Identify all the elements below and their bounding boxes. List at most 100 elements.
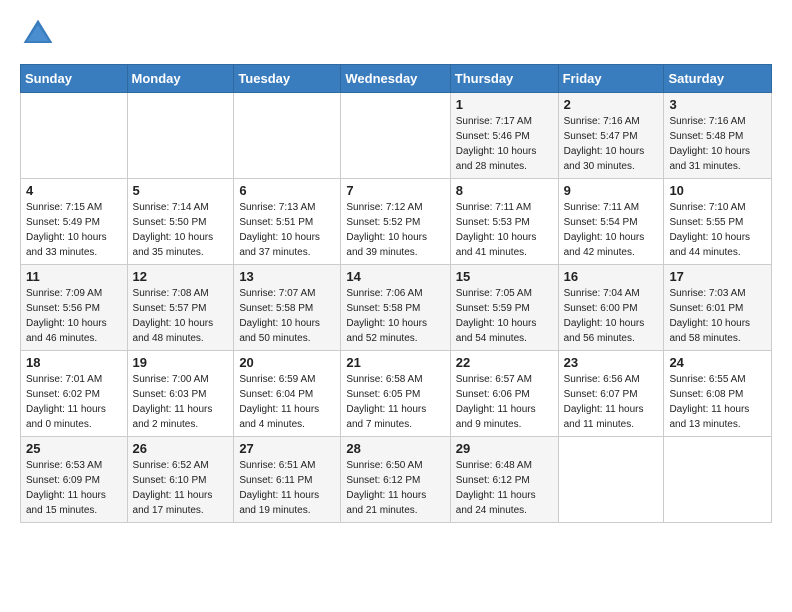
day-number: 15: [456, 269, 553, 284]
logo: [20, 16, 60, 52]
day-info: Sunrise: 6:57 AMSunset: 6:06 PMDaylight:…: [456, 372, 553, 432]
calendar-header: SundayMondayTuesdayWednesdayThursdayFrid…: [21, 65, 772, 93]
calendar-cell: 2Sunrise: 7:16 AMSunset: 5:47 PMDaylight…: [558, 93, 664, 179]
day-info: Sunrise: 7:17 AMSunset: 5:46 PMDaylight:…: [456, 114, 553, 174]
day-number: 9: [564, 183, 659, 198]
day-info: Sunrise: 6:56 AMSunset: 6:07 PMDaylight:…: [564, 372, 659, 432]
calendar-cell: 20Sunrise: 6:59 AMSunset: 6:04 PMDayligh…: [234, 351, 341, 437]
weekday-header-sunday: Sunday: [21, 65, 128, 93]
weekday-header-row: SundayMondayTuesdayWednesdayThursdayFrid…: [21, 65, 772, 93]
calendar-cell: 21 Sunrise: 6:58 AMSunset: 6:05 PMDayligh…: [341, 351, 450, 437]
day-info: Sunrise: 7:09 AMSunset: 5:56 PMDaylight:…: [26, 286, 122, 346]
calendar-cell: 25 Sunrise: 6:53 AMSunset: 6:09 PMDayligh…: [21, 437, 128, 523]
day-number: 3: [669, 97, 766, 112]
calendar-cell: 1 Sunrise: 7:17 AMSunset: 5:46 PMDaylight…: [450, 93, 558, 179]
day-number: 18: [26, 355, 122, 370]
day-number: 24: [669, 355, 766, 370]
day-info: Sunrise: 7:01 AMSunset: 6:02 PMDaylight:…: [26, 372, 122, 432]
header: [20, 16, 772, 52]
weekday-header-friday: Friday: [558, 65, 664, 93]
calendar-cell: 18 Sunrise: 7:01 AMSunset: 6:02 PMDayligh…: [21, 351, 128, 437]
weekday-header-wednesday: Wednesday: [341, 65, 450, 93]
day-number: 17: [669, 269, 766, 284]
day-info: Sunrise: 6:52 AMSunset: 6:10 PMDaylight:…: [133, 458, 229, 518]
calendar-cell: 3 Sunrise: 7:16 AMSunset: 5:48 PMDaylight…: [664, 93, 772, 179]
calendar-cell: 10 Sunrise: 7:10 AMSunset: 5:55 PMDayligh…: [664, 179, 772, 265]
calendar-cell: 24 Sunrise: 6:55 AMSunset: 6:08 PMDayligh…: [664, 351, 772, 437]
day-number: 13: [239, 269, 335, 284]
calendar-cell: 9 Sunrise: 7:11 AMSunset: 5:54 PMDaylight…: [558, 179, 664, 265]
day-number: 7: [346, 183, 444, 198]
day-info: Sunrise: 7:11 AMSunset: 5:53 PMDaylight:…: [456, 200, 553, 260]
day-info: Sunrise: 6:51 AMSunset: 6:11 PMDaylight:…: [239, 458, 335, 518]
day-number: 16: [564, 269, 659, 284]
day-info: Sunrise: 6:58 AMSunset: 6:05 PMDaylight:…: [346, 372, 444, 432]
day-info: Sunrise: 7:14 AMSunset: 5:50 PMDaylight:…: [133, 200, 229, 260]
calendar-cell: 17 Sunrise: 7:03 AMSunset: 6:01 PMDayligh…: [664, 265, 772, 351]
day-info: Sunrise: 6:59 AMSunset: 6:04 PMDaylight:…: [239, 372, 335, 432]
calendar-week-row: 1 Sunrise: 7:17 AMSunset: 5:46 PMDaylight…: [21, 93, 772, 179]
day-info: Sunrise: 7:11 AMSunset: 5:54 PMDaylight:…: [564, 200, 659, 260]
day-number: 22: [456, 355, 553, 370]
day-number: 6: [239, 183, 335, 198]
calendar-cell: 26 Sunrise: 6:52 AMSunset: 6:10 PMDayligh…: [127, 437, 234, 523]
day-number: 4: [26, 183, 122, 198]
day-number: 25: [26, 441, 122, 456]
day-info: Sunrise: 7:00 AMSunset: 6:03 PMDaylight:…: [133, 372, 229, 432]
calendar-cell: 13 Sunrise: 7:07 AMSunset: 5:58 PMDayligh…: [234, 265, 341, 351]
day-info: Sunrise: 7:06 AMSunset: 5:58 PMDaylight:…: [346, 286, 444, 346]
day-number: 10: [669, 183, 766, 198]
calendar-cell: 15 Sunrise: 7:05 AMSunset: 5:59 PMDayligh…: [450, 265, 558, 351]
calendar-cell: [558, 437, 664, 523]
day-number: 14: [346, 269, 444, 284]
weekday-header-tuesday: Tuesday: [234, 65, 341, 93]
calendar-cell: 28Sunrise: 6:50 AMSunset: 6:12 PMDayligh…: [341, 437, 450, 523]
day-number: 29: [456, 441, 553, 456]
day-info: Sunrise: 6:55 AMSunset: 6:08 PMDaylight:…: [669, 372, 766, 432]
calendar-cell: 19 Sunrise: 7:00 AMSunset: 6:03 PMDayligh…: [127, 351, 234, 437]
calendar-cell: 5 Sunrise: 7:14 AMSunset: 5:50 PMDaylight…: [127, 179, 234, 265]
calendar-cell: 22 Sunrise: 6:57 AMSunset: 6:06 PMDayligh…: [450, 351, 558, 437]
day-number: 8: [456, 183, 553, 198]
day-info: Sunrise: 7:08 AMSunset: 5:57 PMDaylight:…: [133, 286, 229, 346]
page-container: SundayMondayTuesdayWednesdayThursdayFrid…: [20, 16, 772, 523]
day-info: Sunrise: 7:13 AMSunset: 5:51 PMDaylight:…: [239, 200, 335, 260]
day-info: Sunrise: 7:16 AMSunset: 5:48 PMDaylight:…: [669, 114, 766, 174]
day-number: 28: [346, 441, 444, 456]
calendar-week-row: 25 Sunrise: 6:53 AMSunset: 6:09 PMDayligh…: [21, 437, 772, 523]
calendar-week-row: 11 Sunrise: 7:09 AMSunset: 5:56 PMDayligh…: [21, 265, 772, 351]
day-info: Sunrise: 7:10 AMSunset: 5:55 PMDaylight:…: [669, 200, 766, 260]
calendar-week-row: 18 Sunrise: 7:01 AMSunset: 6:02 PMDayligh…: [21, 351, 772, 437]
calendar-cell: 29 Sunrise: 6:48 AMSunset: 6:12 PMDayligh…: [450, 437, 558, 523]
calendar-cell: 27 Sunrise: 6:51 AMSunset: 6:11 PMDayligh…: [234, 437, 341, 523]
calendar-cell: 11 Sunrise: 7:09 AMSunset: 5:56 PMDayligh…: [21, 265, 128, 351]
day-number: 11: [26, 269, 122, 284]
day-number: 19: [133, 355, 229, 370]
day-info: Sunrise: 7:04 AMSunset: 6:00 PMDaylight:…: [564, 286, 659, 346]
calendar-cell: 14 Sunrise: 7:06 AMSunset: 5:58 PMDayligh…: [341, 265, 450, 351]
calendar-table: SundayMondayTuesdayWednesdayThursdayFrid…: [20, 64, 772, 523]
day-number: 1: [456, 97, 553, 112]
calendar-cell: [21, 93, 128, 179]
calendar-cell: 16 Sunrise: 7:04 AMSunset: 6:00 PMDayligh…: [558, 265, 664, 351]
day-number: 2: [564, 97, 659, 112]
calendar-cell: [664, 437, 772, 523]
day-number: 21: [346, 355, 444, 370]
day-number: 5: [133, 183, 229, 198]
logo-icon: [20, 16, 56, 52]
day-info: Sunrise: 7:07 AMSunset: 5:58 PMDaylight:…: [239, 286, 335, 346]
calendar-cell: 12 Sunrise: 7:08 AMSunset: 5:57 PMDayligh…: [127, 265, 234, 351]
calendar-cell: 4 Sunrise: 7:15 AMSunset: 5:49 PMDaylight…: [21, 179, 128, 265]
day-number: 26: [133, 441, 229, 456]
day-info: Sunrise: 7:05 AMSunset: 5:59 PMDaylight:…: [456, 286, 553, 346]
day-number: 12: [133, 269, 229, 284]
calendar-week-row: 4 Sunrise: 7:15 AMSunset: 5:49 PMDaylight…: [21, 179, 772, 265]
calendar-cell: [341, 93, 450, 179]
day-number: 27: [239, 441, 335, 456]
calendar-cell: [127, 93, 234, 179]
weekday-header-monday: Monday: [127, 65, 234, 93]
day-info: Sunrise: 7:03 AMSunset: 6:01 PMDaylight:…: [669, 286, 766, 346]
day-info: Sunrise: 6:53 AMSunset: 6:09 PMDaylight:…: [26, 458, 122, 518]
day-info: Sunrise: 7:15 AMSunset: 5:49 PMDaylight:…: [26, 200, 122, 260]
day-info: Sunrise: 6:48 AMSunset: 6:12 PMDaylight:…: [456, 458, 553, 518]
